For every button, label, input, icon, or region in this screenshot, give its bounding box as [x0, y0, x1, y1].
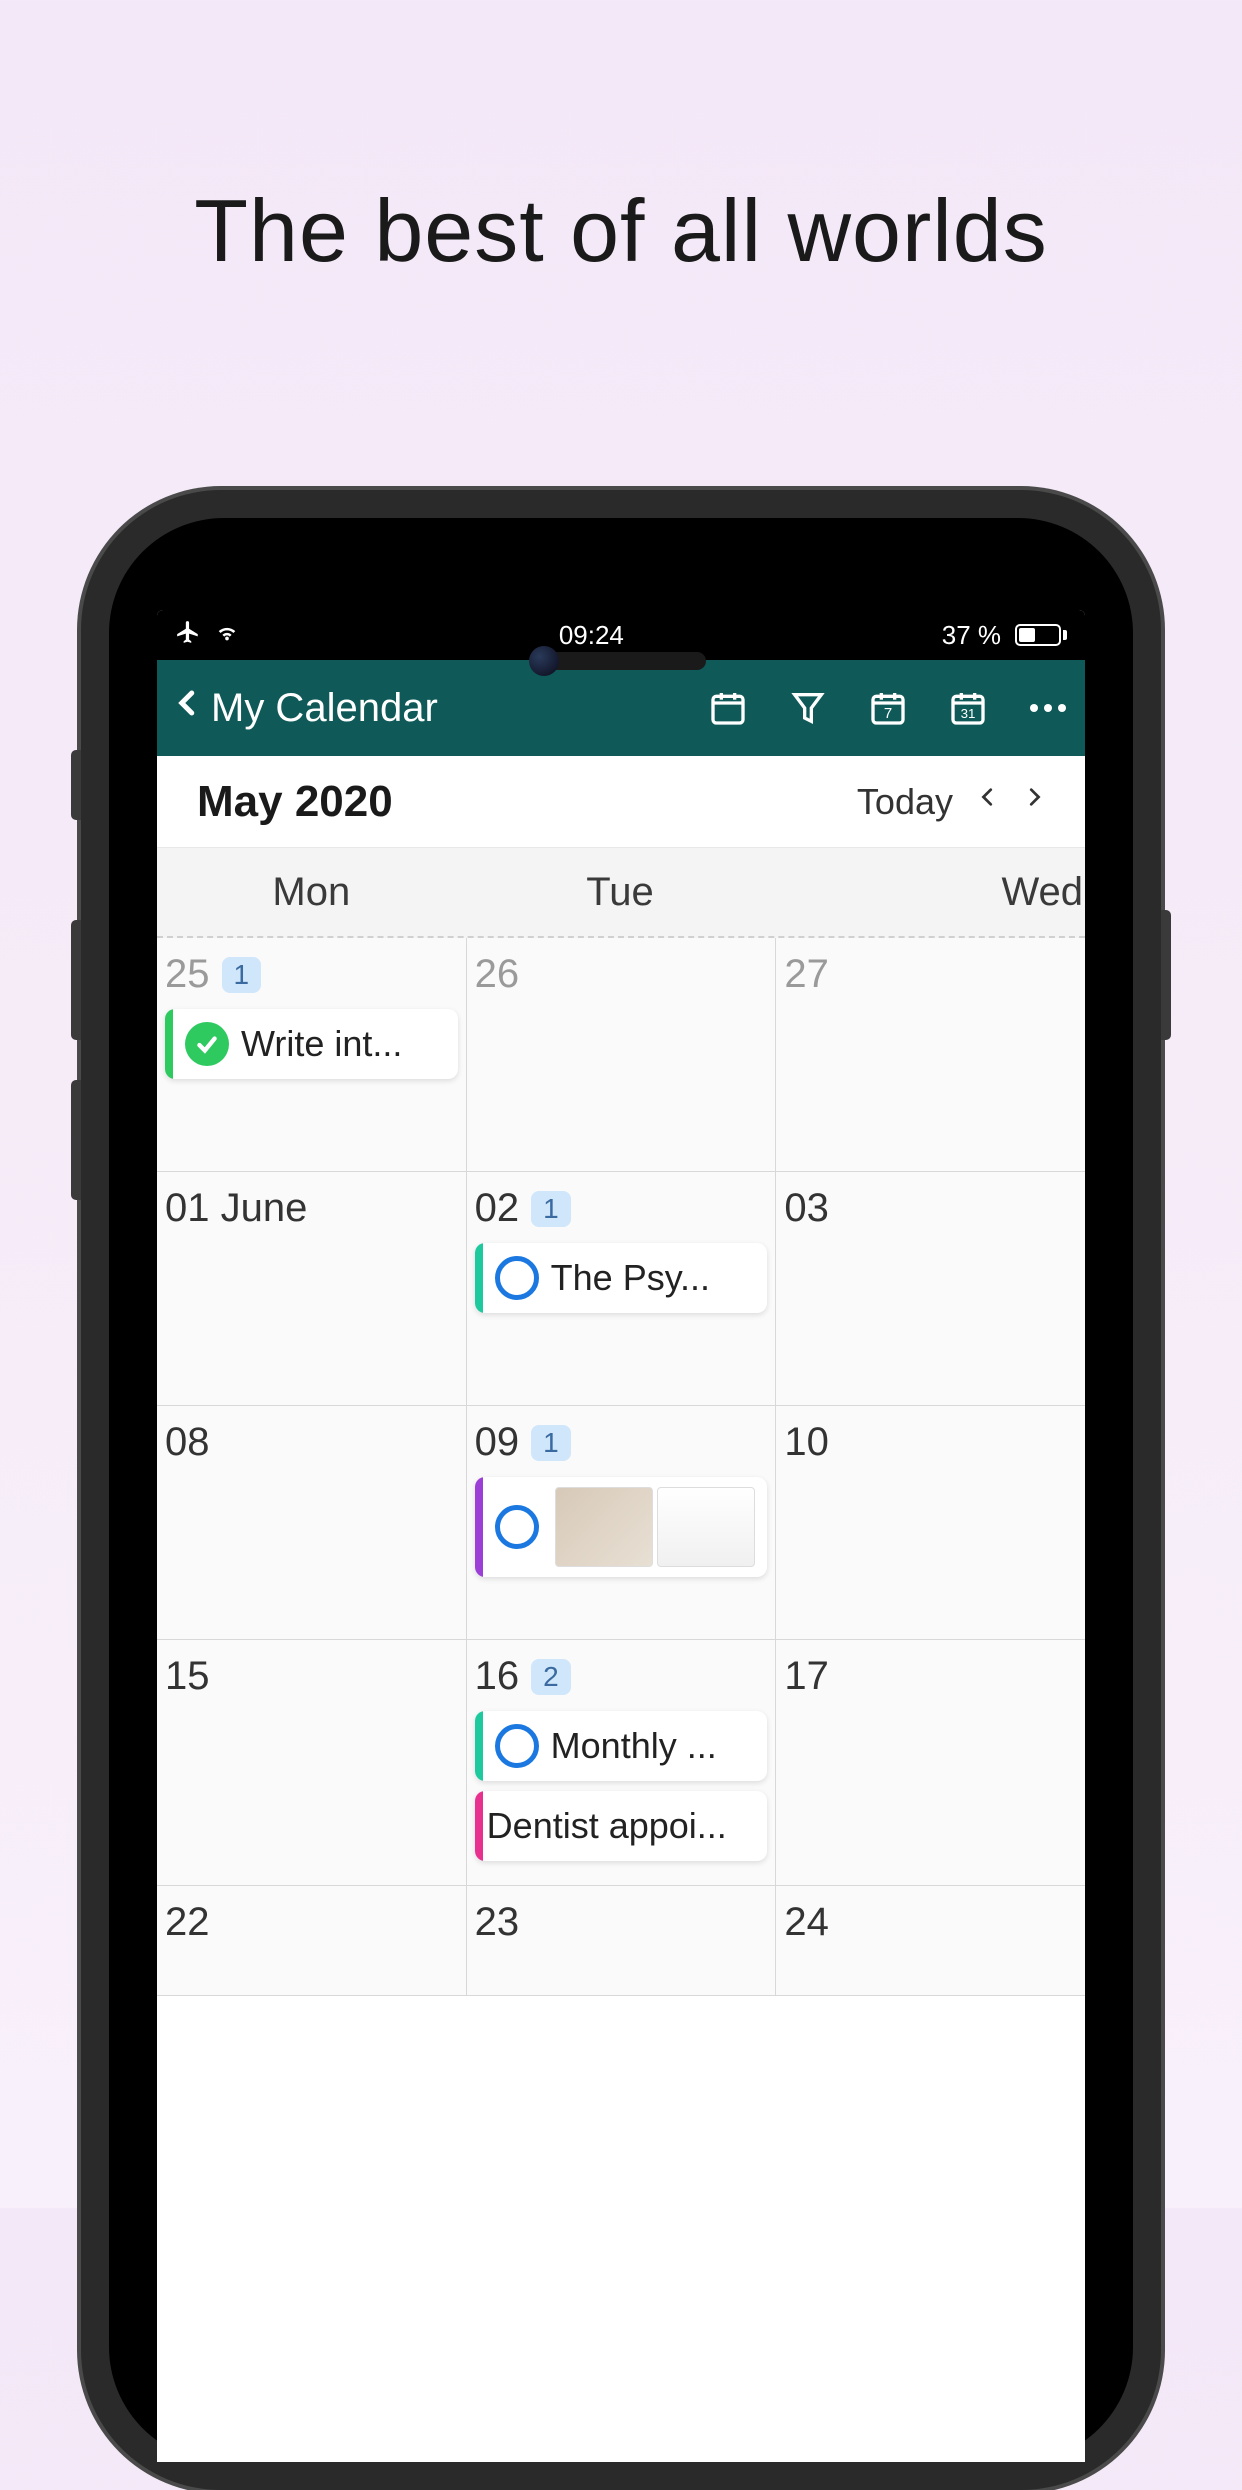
chevron-left-icon — [173, 681, 203, 735]
week-row: 08 09 1 10 — [157, 1406, 1085, 1640]
back-button[interactable]: My Calendar — [173, 681, 693, 735]
event-thumbnail — [555, 1487, 756, 1567]
day-cell[interactable]: 17 — [776, 1640, 1085, 1885]
event-count-badge: 1 — [531, 1191, 571, 1227]
day-cell[interactable]: 23 — [467, 1886, 777, 1995]
week-row: 22 23 24 — [157, 1886, 1085, 1996]
event-count-badge: 1 — [222, 957, 262, 993]
day-cell[interactable]: 15 — [157, 1640, 467, 1885]
day-number: 09 — [475, 1420, 520, 1465]
day-cell[interactable]: 22 — [157, 1886, 467, 1995]
month-view-icon[interactable]: 31 — [947, 687, 989, 729]
weekday-header-cell: Mon — [157, 848, 466, 936]
day-number: 17 — [784, 1654, 829, 1699]
day-number: 10 — [784, 1420, 829, 1465]
month-header: May 2020 Today — [157, 756, 1085, 848]
event-count-badge: 2 — [531, 1659, 571, 1695]
calendar-icon[interactable] — [707, 687, 749, 729]
day-number: 22 — [165, 1900, 210, 1945]
day-cell[interactable]: 10 — [776, 1406, 1085, 1639]
day-cell[interactable]: 16 2 Monthly ... Dentist appoi... — [467, 1640, 777, 1885]
day-number: 01 June — [165, 1186, 307, 1231]
day-number: 15 — [165, 1654, 210, 1699]
svg-text:7: 7 — [884, 705, 892, 722]
prev-month-button[interactable] — [977, 780, 999, 823]
event-label: Dentist appoi... — [487, 1805, 756, 1847]
checkmark-empty-icon[interactable] — [495, 1256, 539, 1300]
phone-volume-down — [71, 1080, 81, 1200]
weekday-header-cell: Tue — [466, 848, 775, 936]
week-view-icon[interactable]: 7 — [867, 687, 909, 729]
event-card[interactable]: Write int... — [165, 1009, 458, 1079]
status-time: 09:24 — [559, 620, 624, 651]
event-label: Monthly ... — [551, 1725, 756, 1767]
event-card[interactable]: Monthly ... — [475, 1711, 768, 1781]
day-cell[interactable]: 08 — [157, 1406, 467, 1639]
airplane-mode-icon — [175, 619, 201, 652]
phone-mute-switch — [71, 750, 81, 820]
event-card[interactable]: The Psy... — [475, 1243, 768, 1313]
event-color-stripe — [475, 1791, 483, 1861]
checkmark-done-icon[interactable] — [185, 1022, 229, 1066]
navigation-bar: My Calendar 7 31 — [157, 660, 1085, 756]
day-number: 27 — [784, 952, 829, 997]
hero-title: The best of all worlds — [0, 0, 1242, 282]
event-label: The Psy... — [551, 1257, 756, 1299]
event-color-stripe — [475, 1711, 483, 1781]
phone-camera — [529, 646, 559, 676]
checkmark-empty-icon[interactable] — [495, 1505, 539, 1549]
event-card[interactable] — [475, 1477, 768, 1577]
phone-power-button — [1161, 910, 1171, 1040]
week-row: 25 1 Write int... 26 27 — [157, 938, 1085, 1172]
day-cell[interactable]: 01 June — [157, 1172, 467, 1405]
event-color-stripe — [165, 1009, 173, 1079]
day-number: 25 — [165, 952, 210, 997]
event-color-stripe — [475, 1477, 483, 1577]
day-number: 02 — [475, 1186, 520, 1231]
day-number: 24 — [784, 1900, 829, 1945]
today-button[interactable]: Today — [857, 781, 953, 823]
app-screen: 09:24 37 % My Calendar — [157, 610, 1085, 2462]
day-number: 23 — [475, 1900, 520, 1945]
next-month-button[interactable] — [1023, 780, 1045, 823]
calendar-grid: 251Write int...262701 June021The Psy...0… — [157, 938, 1085, 2462]
checkmark-empty-icon[interactable] — [495, 1724, 539, 1768]
filter-icon[interactable] — [787, 687, 829, 729]
day-cell[interactable]: 02 1 The Psy... — [467, 1172, 777, 1405]
event-color-stripe — [475, 1243, 483, 1313]
svg-text:31: 31 — [961, 706, 976, 721]
phone-speaker — [536, 652, 706, 670]
weekday-header-cell: Wed — [774, 848, 1085, 936]
phone-frame: 09:24 37 % My Calendar — [81, 490, 1161, 2490]
event-label: Write int... — [241, 1023, 446, 1065]
back-title: My Calendar — [211, 686, 438, 731]
battery-percent: 37 % — [942, 620, 1001, 651]
phone-volume-up — [71, 920, 81, 1040]
week-row: 01 June 02 1 The Psy... 03 — [157, 1172, 1085, 1406]
day-cell[interactable]: 09 1 — [467, 1406, 777, 1639]
day-number: 03 — [784, 1186, 829, 1231]
week-row: 15 16 2 Monthly ... Dentist appoi... 17 — [157, 1640, 1085, 1886]
month-title[interactable]: May 2020 — [197, 777, 393, 827]
day-cell[interactable]: 24 — [776, 1886, 1085, 1995]
day-number: 26 — [475, 952, 520, 997]
event-count-badge: 1 — [531, 1425, 571, 1461]
event-card[interactable]: Dentist appoi... — [475, 1791, 768, 1861]
day-number: 08 — [165, 1420, 210, 1465]
wifi-icon — [213, 620, 241, 651]
day-cell[interactable]: 26 — [467, 938, 777, 1171]
battery-icon — [1009, 624, 1067, 646]
day-number: 16 — [475, 1654, 520, 1699]
day-cell[interactable]: 27 — [776, 938, 1085, 1171]
day-cell[interactable]: 03 — [776, 1172, 1085, 1405]
more-icon[interactable] — [1027, 687, 1069, 729]
day-cell[interactable]: 25 1 Write int... — [157, 938, 467, 1171]
weekday-header: MonTueWed — [157, 848, 1085, 938]
